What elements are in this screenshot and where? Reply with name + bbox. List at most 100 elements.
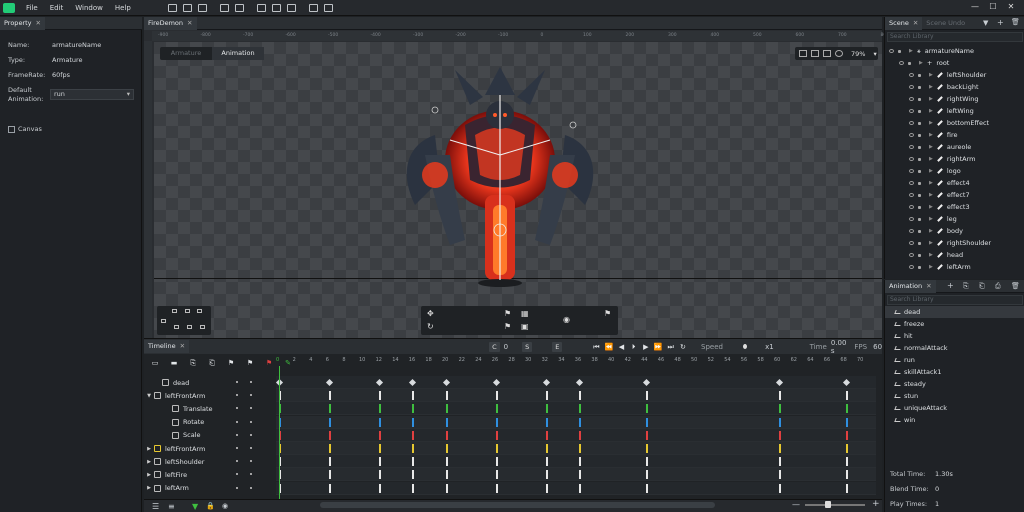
add-animation-icon[interactable]: + (947, 281, 954, 290)
keyframe[interactable] (779, 391, 781, 401)
frame-icon[interactable]: ▣ (521, 322, 529, 331)
lock-icon[interactable] (898, 49, 901, 53)
keyframe[interactable] (379, 430, 381, 440)
close-icon[interactable]: ✕ (926, 282, 931, 290)
visibility-icon[interactable] (909, 109, 914, 113)
keyframe[interactable] (645, 404, 648, 414)
lock-icon[interactable] (918, 217, 921, 221)
chevron-right-icon[interactable]: ▶ (929, 72, 933, 78)
visibility-icon[interactable] (909, 229, 914, 233)
visibility-dot[interactable] (236, 407, 238, 410)
chevron-right-icon[interactable]: ▶ (929, 144, 933, 150)
chevron-right-icon[interactable]: ▶ (929, 192, 933, 198)
close-icon[interactable]: ✕ (36, 19, 41, 27)
keyframe[interactable] (845, 391, 848, 401)
keyframe[interactable] (845, 457, 848, 467)
keyframe[interactable] (495, 470, 498, 480)
brush-tool-icon[interactable] (823, 50, 831, 57)
keyframe[interactable] (412, 404, 415, 414)
keyframe[interactable] (412, 483, 415, 493)
export-icon[interactable] (271, 3, 281, 12)
chevron-right-icon[interactable]: ▶ (929, 168, 933, 174)
align-left-icon[interactable] (161, 319, 166, 323)
tree-item-bone[interactable]: ▶ aureole (909, 141, 971, 153)
chevron-right-icon[interactable]: ▶ (929, 204, 933, 210)
delete-animation-icon[interactable]: 🗑 (1011, 282, 1020, 290)
animation-item[interactable]: uniqueAttack (885, 402, 1024, 414)
add-icon[interactable]: + (997, 18, 1004, 27)
keyframe[interactable] (445, 457, 448, 467)
keyframe[interactable] (579, 404, 581, 414)
lock-dot[interactable] (250, 433, 252, 436)
visibility-icon[interactable] (909, 193, 914, 197)
visibility-dot[interactable] (236, 486, 238, 489)
keyframe[interactable] (579, 444, 581, 453)
armature-mode-button[interactable]: Armature (160, 47, 212, 60)
expand-icon[interactable]: ▼ (144, 393, 154, 399)
export-animation-icon[interactable]: ⎙ (995, 282, 1001, 291)
last-frame-icon[interactable]: ⏭ (667, 342, 675, 352)
keyframe[interactable] (445, 430, 448, 440)
tab-scene-undo[interactable]: Scene Undo (922, 17, 969, 30)
tab-animation[interactable]: Animation ✕ (885, 279, 936, 293)
start-button[interactable]: S (522, 341, 533, 352)
keyframe[interactable] (329, 444, 331, 453)
track-lane[interactable] (276, 428, 876, 442)
playhead[interactable] (279, 366, 280, 499)
keyframe[interactable] (495, 444, 498, 453)
keyframe[interactable] (779, 430, 781, 440)
current-frame-value[interactable]: 0 (504, 343, 508, 351)
keyframe[interactable] (412, 417, 415, 427)
animation-mode-button[interactable]: Animation (212, 47, 264, 60)
tree-item-armature[interactable]: ▶ ⚹ armatureName (889, 45, 974, 57)
filter-icon[interactable]: ▼ (192, 502, 198, 511)
redo-icon[interactable] (234, 3, 244, 12)
keyframe[interactable] (545, 444, 548, 453)
lock-icon[interactable] (918, 133, 921, 137)
pan-right-icon[interactable] (197, 309, 202, 313)
keyframe[interactable] (412, 391, 415, 401)
chevron-right-icon[interactable]: ▶ (929, 180, 933, 186)
keyframe[interactable] (579, 457, 581, 467)
tree-item-bone[interactable]: ▶ head (909, 249, 963, 261)
zoom-dropdown-icon[interactable]: ▾ (873, 50, 876, 58)
keyframe[interactable] (545, 470, 548, 480)
lock-icon[interactable] (918, 109, 921, 113)
keyframe[interactable] (645, 417, 648, 427)
chevron-right-icon[interactable]: ▶ (929, 156, 933, 162)
animation-item[interactable]: steady (885, 378, 1024, 390)
keyframe[interactable] (645, 483, 648, 493)
copy-animation-icon[interactable]: ⎘ (963, 282, 969, 291)
layers-icon[interactable]: ≡ (168, 502, 175, 511)
keyframe[interactable] (329, 430, 331, 440)
tree-item-bone[interactable]: ▶ effect3 (909, 201, 970, 213)
tree-item-bone[interactable]: ▶ rightShoulder (909, 237, 991, 249)
lock-icon[interactable] (918, 229, 921, 233)
keyframe[interactable] (445, 391, 448, 401)
play-times-value[interactable]: 1 (935, 500, 939, 508)
blend-time-value[interactable]: 0 (935, 485, 939, 493)
lock-icon[interactable]: 🔒 (206, 502, 215, 510)
keyframe[interactable] (445, 483, 448, 493)
import-animation-icon[interactable]: ⎗ (979, 282, 985, 291)
keyframe[interactable] (845, 404, 848, 414)
tree-item-bone[interactable]: ▶ body (909, 225, 963, 237)
keyframe[interactable] (779, 457, 781, 467)
lock-icon[interactable] (918, 265, 921, 269)
track-bone[interactable]: ▼ leftFrontArm (144, 389, 276, 402)
keyframe[interactable] (412, 457, 415, 467)
save-icon[interactable] (197, 3, 207, 12)
lock-icon[interactable] (918, 73, 921, 77)
track-bone[interactable]: ▶ leftShoulder (144, 455, 276, 468)
lock-icon[interactable] (918, 157, 921, 161)
tab-timeline[interactable]: Timeline ✕ (144, 340, 190, 353)
chevron-right-icon[interactable]: ▶ (929, 240, 933, 246)
speed-slider-knob[interactable] (742, 344, 748, 349)
zoom-level[interactable]: 79% (851, 50, 865, 58)
lock-icon[interactable] (918, 145, 921, 149)
visibility-dot[interactable] (236, 420, 238, 423)
keyframe[interactable] (545, 457, 548, 467)
keyframe[interactable] (445, 470, 448, 480)
next-key-icon[interactable]: ⏩ (654, 342, 663, 352)
track-translate[interactable]: Translate (144, 402, 276, 415)
